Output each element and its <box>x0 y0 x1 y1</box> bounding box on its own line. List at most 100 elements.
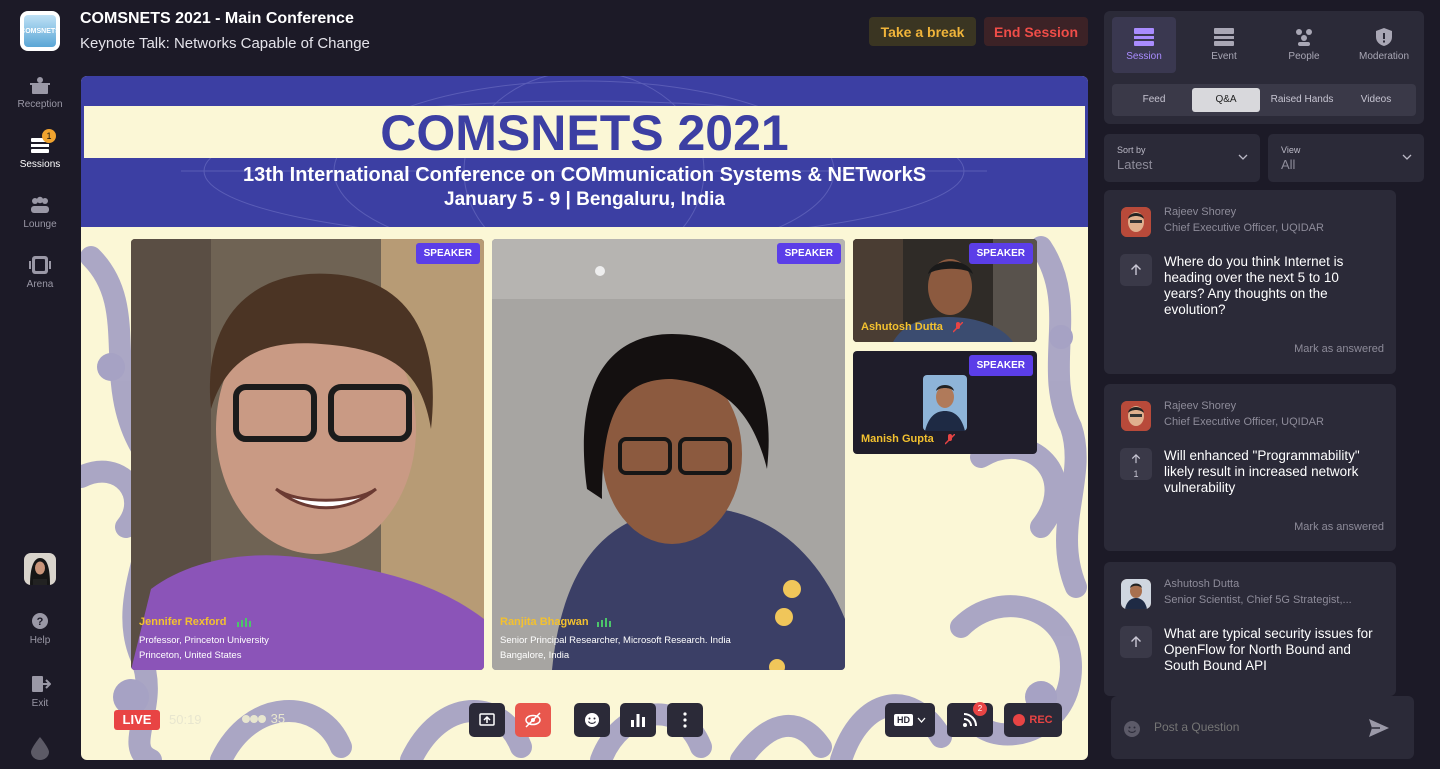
conference-banner: COMSNETS 2021 13th International Confere… <box>81 76 1088 227</box>
record-button[interactable]: REC <box>1004 703 1062 737</box>
tab-label: People <box>1288 51 1320 62</box>
quality-select[interactable]: HD <box>885 703 935 737</box>
mark-answered-link[interactable]: Mark as answered <box>1294 343 1384 355</box>
viewers-icon <box>242 715 266 723</box>
speaker-badge: SPEAKER <box>968 243 1033 264</box>
more-vertical-icon <box>683 712 687 728</box>
nav-exit[interactable]: Exit <box>0 674 80 709</box>
nav-label: Exit <box>31 698 49 709</box>
subtab-qa[interactable]: Q&A <box>1192 88 1260 112</box>
speaker-photo <box>923 375 967 431</box>
broadcast-feed-button[interactable]: 2 <box>947 702 993 737</box>
speaker-video <box>131 239 484 670</box>
more-options-button[interactable] <box>667 703 703 737</box>
speaker-badge: SPEAKER <box>776 243 841 264</box>
speaker-location: Princeton, United States <box>139 650 242 661</box>
mic-muted-icon <box>945 434 955 445</box>
video-tile-ranjita[interactable]: SPEAKER Ranjita Bhagwan Senior Principal… <box>492 239 845 670</box>
nav-arena[interactable]: Arena <box>0 255 80 290</box>
sort-value: Latest <box>1117 157 1153 172</box>
svg-text:?: ? <box>37 616 44 628</box>
nav-help[interactable]: ? Help <box>0 611 80 646</box>
event-logo[interactable]: COMSNETS <box>20 11 60 51</box>
record-label: REC <box>1029 714 1053 726</box>
nav-lounge[interactable]: Lounge <box>0 195 80 230</box>
tab-session[interactable]: Session <box>1112 17 1176 73</box>
asker-name: Rajeev Shorey <box>1164 400 1237 412</box>
upvote-button[interactable] <box>1120 626 1152 658</box>
video-tile-ashutosh[interactable]: SPEAKER Ashutosh Dutta <box>853 239 1037 342</box>
asker-name: Ashutosh Dutta <box>1164 578 1240 590</box>
question-card: Ashutosh Dutta Senior Scientist, Chief 5… <box>1104 562 1396 696</box>
user-avatar[interactable] <box>24 553 56 585</box>
arrow-up-icon <box>1131 454 1141 464</box>
subtab-videos[interactable]: Videos <box>1344 88 1408 112</box>
nav-label: Help <box>29 635 51 646</box>
mic-muted-icon <box>953 322 963 333</box>
left-rail: COMSNETS Reception 1 Sessions Lounge Are… <box>0 0 80 769</box>
speaker-name: Jennifer Rexford <box>139 616 227 628</box>
question-input[interactable] <box>1154 716 1354 738</box>
question-card: Rajeev Shorey Chief Executive Officer, U… <box>1104 384 1396 551</box>
subtab-bar: Feed Q&A Raised Hands Videos <box>1112 84 1416 116</box>
view-value: All <box>1281 157 1296 172</box>
question-text: What are typical security issues for Ope… <box>1164 626 1373 673</box>
share-screen-icon <box>479 713 495 726</box>
share-screen-button[interactable] <box>469 703 505 737</box>
feed-badge: 2 <box>973 702 987 716</box>
video-tile-jennifer[interactable]: SPEAKER Jennifer Rexford Professor, Prin… <box>131 239 484 670</box>
upvote-button[interactable] <box>1120 254 1152 286</box>
speaker-badge: SPEAKER <box>415 243 480 264</box>
eye-off-icon <box>525 712 541 728</box>
lounge-icon <box>31 196 49 213</box>
nav-sessions[interactable]: 1 Sessions <box>0 129 80 170</box>
subtab-feed[interactable]: Feed <box>1120 88 1188 112</box>
send-icon[interactable] <box>1368 718 1390 738</box>
post-question-box[interactable] <box>1111 696 1414 759</box>
tab-people[interactable]: People <box>1272 17 1336 73</box>
question-text: Will enhanced "Programmability" likely r… <box>1164 448 1360 495</box>
camera-toggle-button[interactable] <box>515 703 551 737</box>
reactions-button[interactable] <box>574 703 610 737</box>
audio-level-icon <box>597 618 611 627</box>
shield-icon <box>1376 28 1392 46</box>
exit-icon <box>32 676 51 692</box>
nav-reception[interactable]: Reception <box>0 75 80 110</box>
polls-button[interactable] <box>620 703 656 737</box>
app-root: COMSNETS Reception 1 Sessions Lounge Are… <box>0 0 1440 769</box>
side-panel-header: Session Event People Moderation Feed Q&A… <box>1104 11 1424 124</box>
chevron-down-icon <box>917 717 926 723</box>
subtab-raised-hands[interactable]: Raised Hands <box>1264 88 1340 112</box>
upvote-button[interactable]: 1 <box>1120 448 1152 480</box>
hd-label: HD <box>894 714 913 726</box>
sort-select[interactable]: Sort by Latest <box>1104 134 1260 182</box>
speaker-role: Senior Principal Researcher, Microsoft R… <box>500 635 731 646</box>
speaker-video <box>492 239 845 670</box>
sessions-badge: 1 <box>42 129 56 143</box>
tab-event[interactable]: Event <box>1192 17 1256 73</box>
session-subtitle: Keynote Talk: Networks Capable of Change <box>80 35 370 52</box>
tab-label: Session <box>1126 51 1162 62</box>
emoji-icon[interactable] <box>1123 720 1141 738</box>
view-select[interactable]: View All <box>1268 134 1424 182</box>
tab-moderation[interactable]: Moderation <box>1352 17 1416 73</box>
mark-answered-link[interactable]: Mark as answered <box>1294 521 1384 533</box>
nav-label: Reception <box>17 99 63 110</box>
take-break-button[interactable]: Take a break <box>869 17 976 46</box>
asker-role: Chief Executive Officer, UQIDAR <box>1164 222 1324 234</box>
people-tab-icon <box>1296 29 1312 46</box>
reception-icon <box>30 77 50 94</box>
brand-drop-icon <box>31 737 49 760</box>
sort-label: Sort by <box>1117 145 1146 155</box>
help-icon: ? <box>32 613 48 629</box>
question-text: Where do you think Internet is heading o… <box>1164 254 1344 317</box>
banner-title: COMSNETS 2021 <box>380 105 789 161</box>
audio-level-icon <box>237 618 251 627</box>
end-session-button[interactable]: End Session <box>984 17 1088 46</box>
session-timer: 50:19 <box>169 712 202 727</box>
video-tile-manish[interactable]: SPEAKER Manish Gupta <box>853 351 1037 454</box>
tab-label: Moderation <box>1358 51 1410 62</box>
event-tab-icon <box>1214 28 1234 46</box>
chevron-down-icon <box>1238 154 1248 160</box>
tab-label: Event <box>1211 51 1237 62</box>
